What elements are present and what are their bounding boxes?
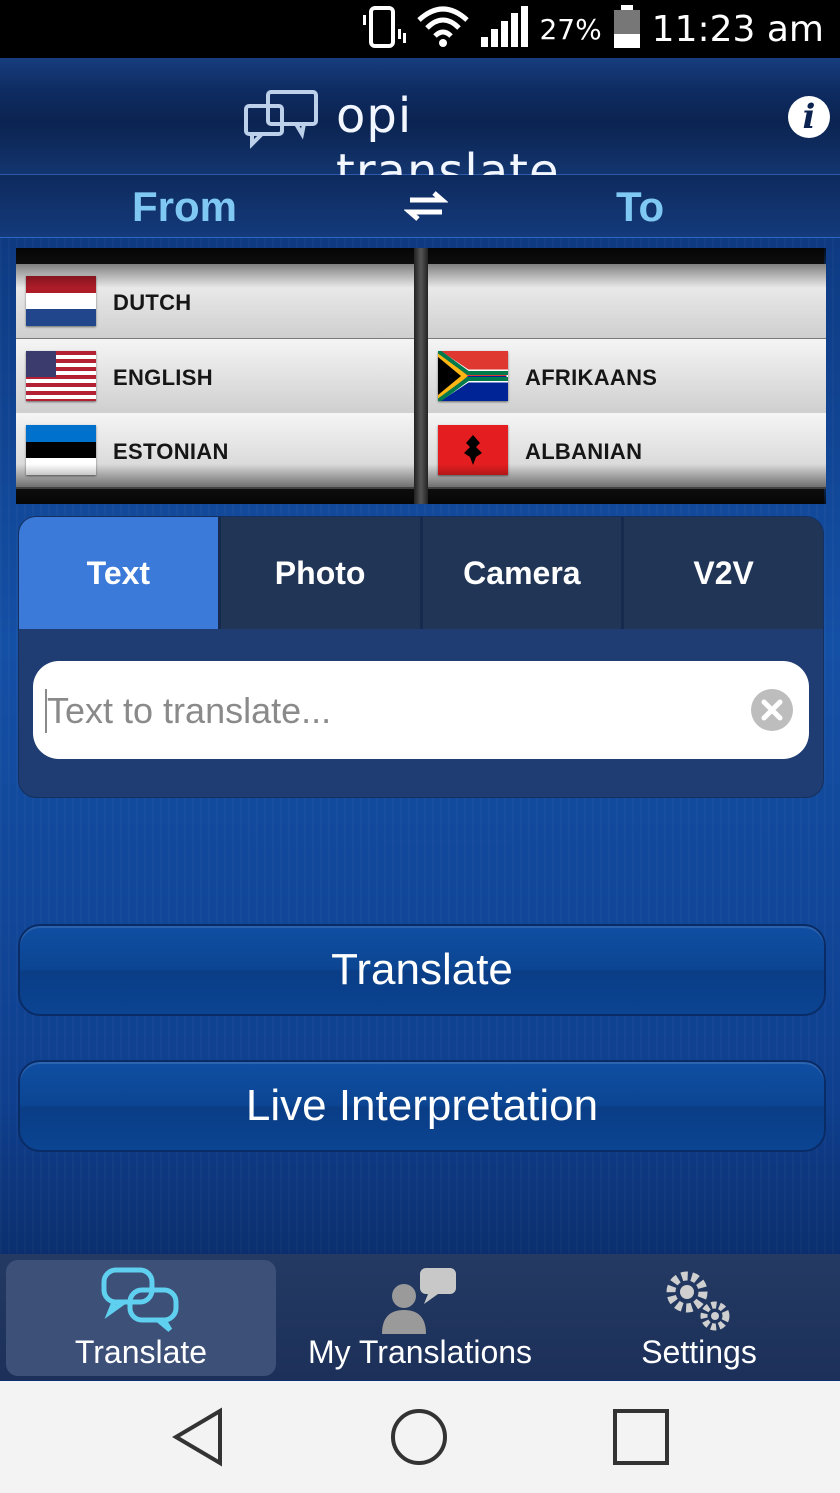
nav-label: Settings [641,1334,757,1370]
language-option[interactable]: AFRIKAANS [428,339,826,415]
battery-percent: 27% [539,12,602,46]
input-panel: Text Photo Camera V2V [18,516,824,798]
live-interpretation-button[interactable]: Live Interpretation [18,1060,826,1152]
to-label: To [616,183,665,230]
swap-languages-icon[interactable] [404,189,448,223]
gears-icon [666,1271,730,1331]
language-name: ENGLISH [113,365,213,390]
picker-divider [414,248,428,504]
albania-flag-icon [438,425,508,475]
android-navigation-bar [0,1381,840,1493]
nav-label: Translate [74,1334,208,1370]
recents-icon[interactable] [611,1407,671,1467]
bottom-navigation: Translate My Translations Settings [0,1254,840,1380]
tab-camera[interactable]: Camera [422,517,625,629]
to-language-wheel[interactable]: AFRIKAANS ALBANIAN [428,248,826,504]
tab-text[interactable]: Text [19,517,221,629]
estonia-flag-icon [26,425,96,475]
vibrate-icon [361,5,407,54]
speech-bubbles-icon [101,1267,179,1332]
info-icon: i [802,97,816,137]
text-to-translate-input[interactable] [45,661,739,761]
nav-settings[interactable]: Settings [564,1260,834,1376]
clear-text-button[interactable] [751,689,793,731]
language-option[interactable]: ALBANIAN [428,413,826,489]
wifi-icon [417,6,470,53]
tab-photo[interactable]: Photo [220,517,423,629]
language-name: ALBANIAN [525,439,643,464]
nav-my-translations[interactable]: My Translations [285,1260,555,1376]
language-header: From To [0,175,840,239]
usa-flag-icon [26,351,96,401]
battery-icon [612,4,642,55]
back-icon[interactable] [170,1407,230,1467]
south-africa-flag-icon [438,351,508,401]
tab-v2v[interactable]: V2V [624,517,823,629]
status-icons: 27% 11:23 am [361,4,824,55]
status-bar: 27% 11:23 am [0,0,840,58]
text-input-container [33,661,809,761]
chat-bubbles-logo-icon [244,90,318,149]
user-chat-icon [382,1268,456,1334]
app-header: opi translate i [0,58,840,200]
close-icon [761,699,783,721]
app-logo: opi translate [240,88,610,200]
language-name: DUTCH [113,290,192,315]
language-option[interactable]: ESTONIAN [16,413,414,489]
input-mode-tabs: Text Photo Camera V2V [19,517,823,629]
home-icon[interactable] [389,1407,449,1467]
nav-translate[interactable]: Translate [6,1260,276,1376]
info-button[interactable]: i [788,96,830,138]
language-picker: DUTCH ENGLISH ESTONIAN AFRIKAANS ALBANIA… [16,248,826,504]
language-name: AFRIKAANS [525,365,658,390]
language-option[interactable]: DUTCH [16,264,414,340]
language-name: ESTONIAN [113,439,229,464]
from-language-wheel[interactable]: DUTCH ENGLISH ESTONIAN [16,248,414,504]
signal-icon [479,5,529,54]
status-time: 11:23 am [651,8,824,50]
from-label: From [132,183,237,230]
netherlands-flag-icon [26,276,96,326]
language-option[interactable] [428,264,826,340]
nav-label: My Translations [307,1334,533,1370]
text-cursor [45,689,47,733]
translate-button[interactable]: Translate [18,924,826,1016]
language-option[interactable]: ENGLISH [16,339,414,415]
